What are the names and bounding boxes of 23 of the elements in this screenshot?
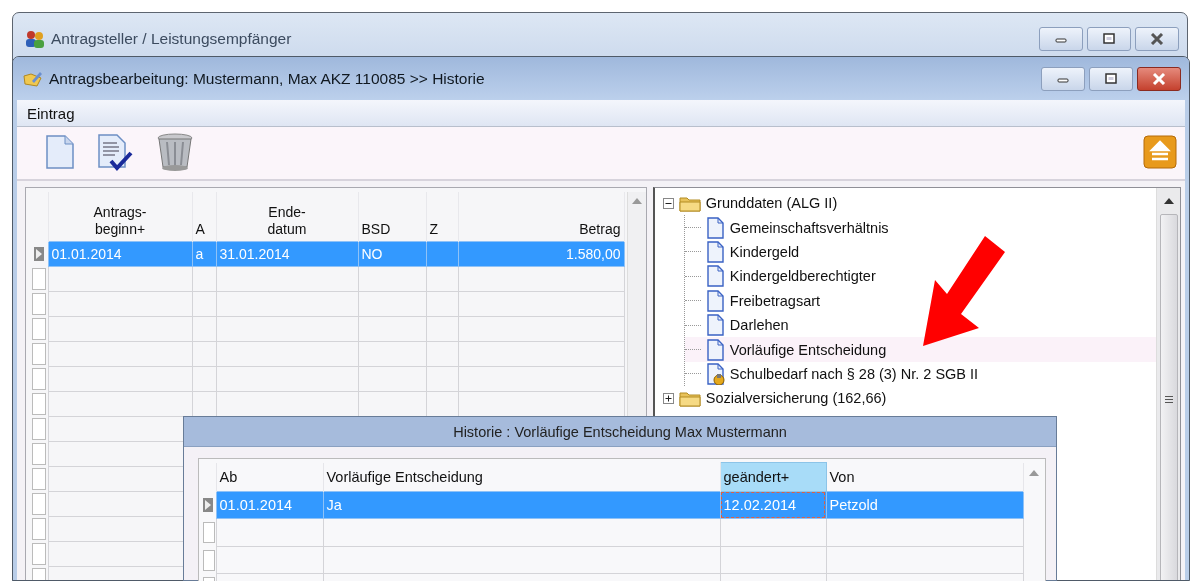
window-title: Antragsbearbeitung: Mustermann, Max AKZ 110085 >> Historie [49,69,485,88]
dialog-title: Historie : Vorläufige Entscheidung Max Mustermann [453,423,787,440]
table-cell: Ja [323,491,720,519]
table-cell: 12.02.2014 [720,491,826,519]
tree-item[interactable]: Sozialversicherung (162,66) [662,386,1156,411]
column-header[interactable]: geändert+ [720,462,826,492]
table-cell: 01.01.2014 [216,491,323,519]
window-title: Antragsteller / Leistungsempfänger [51,29,292,48]
tree-item[interactable]: Gemeinschaftsverhältnis [684,215,1156,240]
table-cell: 31.01.2014 [216,241,358,267]
tree-item[interactable]: Vorläufige Entscheidung [684,337,1156,362]
menu-item[interactable]: Eintrag [25,104,77,122]
tree-item[interactable]: Schulbedarf nach § 28 (3) Nr. 2 SGB II [684,361,1156,387]
table-cell: 1.580,00 [458,241,624,267]
tree-item[interactable]: Freibetragsart [684,288,1156,313]
table-cell: a [192,241,216,267]
tree-item[interactable]: Kindergeldberechtigter [684,264,1156,289]
tree-item[interactable]: Grunddaten (ALG II) [662,191,1156,216]
tree-item[interactable]: Kindergeld [684,239,1156,265]
tree-item[interactable]: Darlehen [684,312,1156,338]
table-cell: Petzold [826,491,1023,519]
table-cell: 01.01.2014 [48,241,192,267]
table-cell: NO [358,241,426,267]
